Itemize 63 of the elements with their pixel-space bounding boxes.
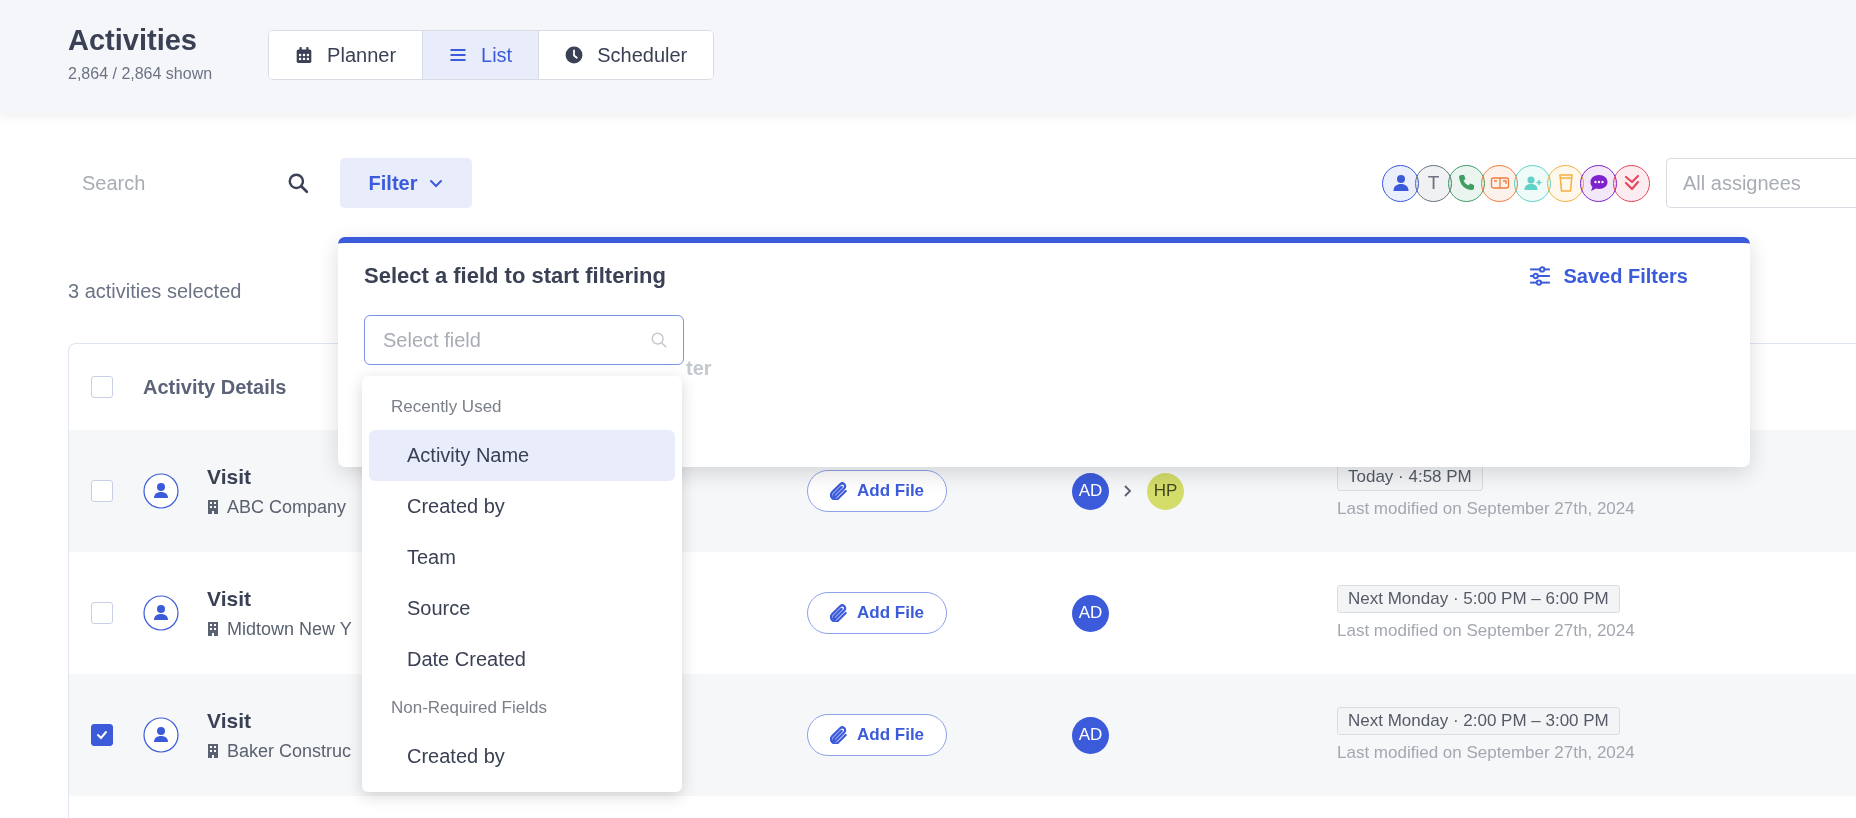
clock-icon [565,46,584,64]
type-filter-button[interactable] [1613,164,1650,202]
person-icon [143,595,179,631]
phone-icon [1456,173,1477,193]
count-text: 2,864 / 2,864 shown [68,65,213,83]
paperclip-icon [830,482,847,500]
type-filter-button[interactable]: T [1415,164,1452,202]
company-name: ABC Company [227,496,347,518]
field-option[interactable]: Source [369,583,675,634]
select-field-input[interactable]: Select field [364,315,684,365]
search-icon [287,172,309,194]
select-all-checkbox[interactable] [91,376,113,398]
group-heading: Non-Required Fields [390,697,548,719]
field-option[interactable]: Activity Name [369,430,675,481]
building-icon [207,622,219,636]
activity-title: Visit [207,708,251,733]
field-option[interactable]: Created by [369,481,675,532]
person-icon [143,473,179,509]
assignee-avatar: AD [1072,594,1109,632]
add-file-button[interactable]: Add File [807,470,948,512]
sliders-icon [1529,266,1552,286]
modified-text: Last modified on September 27th, 2024 [1337,743,1635,763]
search-icon [650,331,668,349]
saved-filters-link[interactable]: Saved Filters [1529,264,1688,288]
calendar-icon [295,46,314,64]
type-filter-button[interactable] [1448,164,1485,202]
selection-count: 3 activities selected [68,279,242,303]
view-tab[interactable]: List [423,31,540,79]
chat-icon [1588,173,1609,193]
add-file-button[interactable]: Add File [807,592,948,634]
assignee-avatar: HP [1147,472,1184,510]
date-tag: Next Monday · 5:00 PM – 6:00 PM [1337,585,1620,613]
panel-title: Select a field to start filtering [364,263,666,289]
building-icon [207,500,219,514]
company-name: Midtown New Y [227,618,352,640]
hint-text: ter [686,357,712,380]
person-icon [143,717,179,753]
paperclip-icon [830,726,847,744]
company-name: Baker Construc [227,740,352,762]
type-filter-button[interactable] [1382,164,1419,202]
list-icon [449,46,468,64]
paperclip-icon [830,604,847,622]
activity-title: Visit [207,586,251,611]
assignee-avatar: AD [1072,716,1109,754]
type-filter-button[interactable] [1580,164,1617,202]
group-heading: Recently Used [390,396,503,418]
page-title: Activities [68,24,198,57]
search-field[interactable]: Search [68,158,323,208]
date-tag: Next Monday · 2:00 PM – 3:00 PM [1337,707,1620,735]
add-file-button[interactable]: Add File [807,714,948,756]
filter-button[interactable]: Filter [340,158,472,208]
activity-title: Visit [207,464,251,489]
column-header: Activity Details [143,375,287,399]
checkmark-icon [95,728,109,742]
modified-text: Last modified on September 27th, 2024 [1337,621,1635,641]
row-checkbox[interactable] [91,724,113,746]
assignee-avatar: AD [1072,472,1109,510]
building-icon [207,744,219,758]
field-option[interactable]: Created by [369,731,675,782]
view-tab[interactable]: Planner [269,31,424,79]
chevron-icon [1123,484,1133,498]
assignee-select[interactable]: All assignees [1666,158,1856,208]
modified-text: Last modified on September 27th, 2024 [1337,499,1635,519]
